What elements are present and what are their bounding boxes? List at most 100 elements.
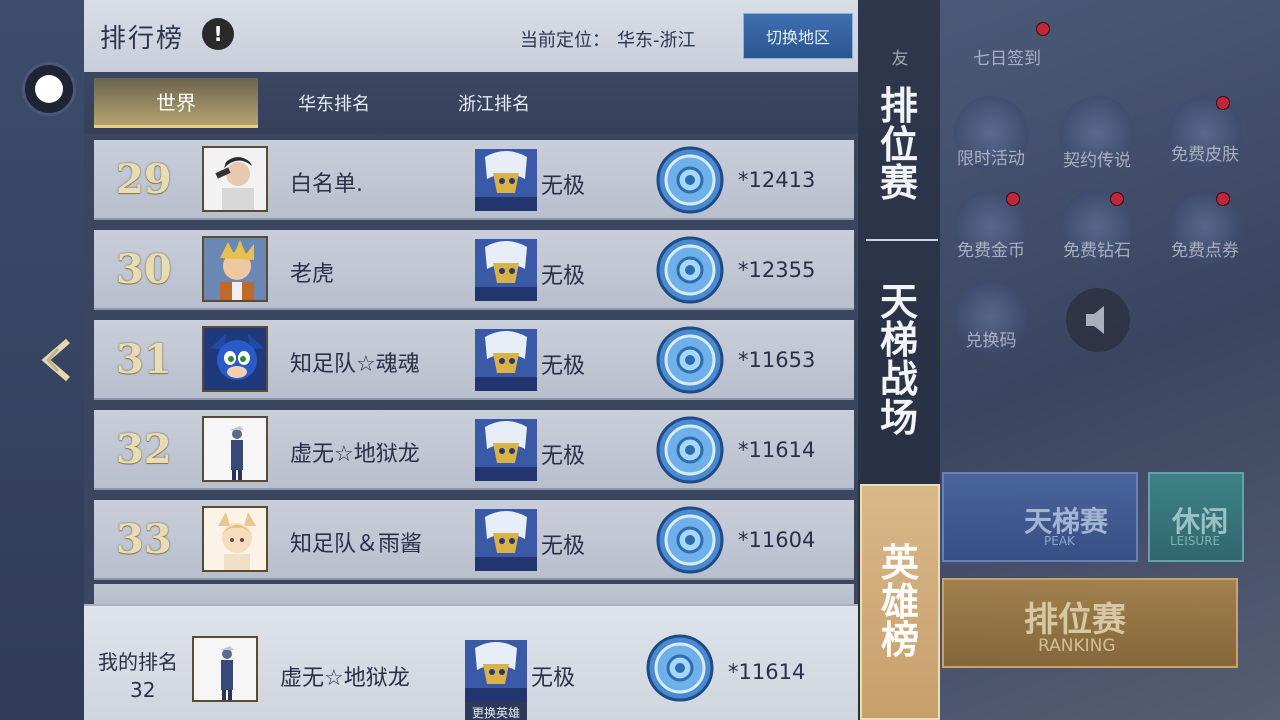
hero-portrait-icon bbox=[475, 149, 537, 211]
avatar-portrait-icon bbox=[204, 328, 266, 390]
peak-subtitle: PEAK bbox=[1044, 534, 1075, 548]
my-hero-name: 无极 bbox=[531, 666, 576, 691]
ranking-title: 排位赛 bbox=[1024, 600, 1126, 640]
contract-label: 契约传说 bbox=[1063, 151, 1131, 171]
free-skin-badge-icon bbox=[1216, 96, 1230, 110]
ranking-row[interactable]: 30 老虎 无极 *12355 bbox=[94, 230, 854, 310]
tab-zhejiang[interactable]: 浙江排名 bbox=[434, 78, 554, 128]
ranking-mode-card[interactable]: 排位赛 RANKING bbox=[942, 578, 1238, 668]
rank-emblem-icon bbox=[656, 146, 724, 214]
free-diamond-label: 免费钻石 bbox=[1063, 241, 1131, 261]
my-rank-label: 我的排名 bbox=[98, 650, 178, 674]
player-avatar[interactable] bbox=[202, 236, 268, 302]
leaderboard-panel: 排行榜 ! 当前定位： 华东-浙江 切换地区 世界 华东排名 浙江排名 29 白… bbox=[84, 0, 858, 720]
limited-event-label: 限时活动 bbox=[957, 149, 1025, 169]
side-tab-char: 战 bbox=[879, 357, 918, 401]
rank-emblem-icon bbox=[656, 506, 724, 574]
rank-number: 29 bbox=[116, 156, 172, 203]
avatar-portrait-icon bbox=[204, 148, 266, 210]
change-hero-button[interactable]: 更换英雄 bbox=[465, 702, 527, 720]
peak-mode-card[interactable]: 天梯赛 PEAK bbox=[942, 472, 1138, 562]
player-avatar[interactable] bbox=[202, 326, 268, 392]
side-tab-char: 场 bbox=[879, 395, 918, 440]
player-avatar[interactable] bbox=[202, 506, 268, 572]
hero-name: 无极 bbox=[541, 444, 586, 469]
player-avatar[interactable] bbox=[202, 416, 268, 482]
avatar-portrait-icon bbox=[204, 418, 266, 480]
checkin-badge-icon bbox=[1036, 22, 1050, 36]
hero-portrait[interactable] bbox=[475, 509, 537, 571]
side-tab-ranked[interactable]: 排 位 赛 bbox=[858, 55, 940, 235]
side-divider bbox=[866, 239, 938, 241]
my-avatar[interactable] bbox=[192, 636, 258, 702]
ranking-row-partial[interactable] bbox=[94, 584, 854, 604]
free-coin-badge-icon bbox=[1006, 192, 1020, 206]
ranking-row[interactable]: 29 白名单. 无极 *12413 bbox=[94, 140, 854, 220]
side-tab-char: 排 bbox=[879, 83, 918, 128]
tab-east-china[interactable]: 华东排名 bbox=[274, 78, 394, 128]
my-player-name: 虚无☆地狱龙 bbox=[280, 666, 410, 691]
switch-region-button[interactable]: 切换地区 bbox=[743, 13, 853, 59]
side-tab-char: 天 bbox=[879, 279, 918, 324]
hero-name: 无极 bbox=[541, 534, 586, 559]
rank-number: 32 bbox=[116, 426, 172, 473]
player-score: *11604 bbox=[738, 528, 816, 552]
panel-title: 排行榜 bbox=[100, 24, 185, 54]
panel-header: 排行榜 ! 当前定位： 华东-浙江 切换地区 bbox=[84, 0, 858, 72]
player-name: 白名单. bbox=[290, 172, 363, 197]
my-rank-number: 32 bbox=[130, 678, 156, 702]
my-rank-row: 我的排名 32 虚无☆地狱龙 更换英雄 无极 *11614 bbox=[84, 604, 858, 720]
rank-emblem-icon bbox=[646, 634, 714, 702]
hero-portrait-icon bbox=[475, 419, 537, 481]
my-hero-portrait[interactable] bbox=[465, 640, 527, 702]
friend-label: 友 bbox=[891, 49, 909, 69]
ranking-tabs: 世界 华东排名 浙江排名 bbox=[84, 72, 858, 134]
side-tab-char: 梯 bbox=[879, 318, 918, 363]
hero-portrait[interactable] bbox=[475, 419, 537, 481]
player-avatar[interactable] bbox=[202, 146, 268, 212]
ranking-row[interactable]: 31 知足队☆魂魂 无极 *11653 bbox=[94, 320, 854, 400]
back-arrow-icon[interactable] bbox=[34, 335, 74, 385]
sound-toggle-button[interactable] bbox=[1066, 288, 1130, 352]
hero-portrait-icon bbox=[465, 640, 527, 702]
player-score: *12413 bbox=[738, 168, 816, 192]
leisure-subtitle: LEISURE bbox=[1170, 534, 1221, 548]
hero-portrait[interactable] bbox=[475, 239, 537, 301]
hero-portrait-icon bbox=[475, 509, 537, 571]
ranking-row[interactable]: 32 虚无☆地狱龙 无极 *11614 bbox=[94, 410, 854, 490]
avatar-portrait-icon bbox=[204, 238, 266, 300]
ranking-row[interactable]: 33 知足队＆雨酱 无极 *11604 bbox=[94, 500, 854, 580]
free-skin-label: 免费皮肤 bbox=[1171, 145, 1239, 165]
avatar-portrait-icon bbox=[204, 508, 266, 570]
hero-portrait-icon bbox=[475, 329, 537, 391]
side-tab-char: 榜 bbox=[880, 618, 919, 663]
menu-toggle-button[interactable] bbox=[22, 62, 76, 116]
leisure-mode-card[interactable]: 休闲 LEISURE bbox=[1148, 472, 1244, 562]
redeem-code-label: 兑换码 bbox=[965, 331, 1017, 351]
tab-world[interactable]: 世界 bbox=[94, 78, 258, 128]
location-value: 华东-浙江 bbox=[617, 30, 696, 51]
hero-name: 无极 bbox=[541, 174, 586, 199]
ranking-list[interactable]: 29 白名单. 无极 *12413 30 老虎 无极 *12355 31 知足队… bbox=[84, 134, 858, 604]
side-tab-ladder[interactable]: 天 梯 战 场 bbox=[858, 280, 940, 440]
info-icon[interactable]: ! bbox=[202, 18, 234, 50]
hero-portrait[interactable] bbox=[475, 329, 537, 391]
ranking-subtitle: RANKING bbox=[1038, 636, 1116, 656]
left-strip bbox=[0, 0, 84, 720]
hero-portrait-icon bbox=[475, 239, 537, 301]
player-score: *12355 bbox=[738, 258, 816, 282]
side-tab-hero-board[interactable]: 英 雄 榜 bbox=[860, 484, 940, 720]
hero-portrait[interactable] bbox=[475, 149, 537, 211]
speaker-icon bbox=[1086, 306, 1104, 334]
free-diamond-badge-icon bbox=[1110, 192, 1124, 206]
rank-number: 30 bbox=[116, 246, 172, 293]
rank-number: 33 bbox=[116, 516, 172, 563]
side-tab-char: 雄 bbox=[880, 579, 919, 624]
player-name: 虚无☆地狱龙 bbox=[290, 442, 420, 467]
my-score: *11614 bbox=[728, 660, 806, 684]
rank-number: 31 bbox=[116, 336, 172, 383]
rank-emblem-icon bbox=[656, 236, 724, 304]
checkin-label: 七日签到 bbox=[973, 49, 1041, 69]
player-name: 知足队＆雨酱 bbox=[290, 532, 423, 557]
toggle-dot-icon bbox=[35, 75, 63, 103]
